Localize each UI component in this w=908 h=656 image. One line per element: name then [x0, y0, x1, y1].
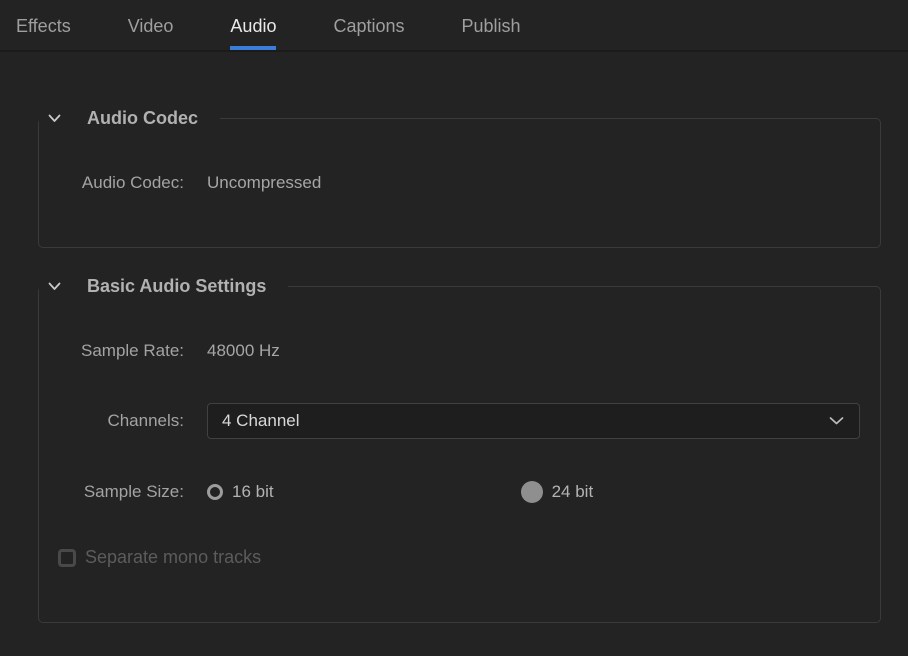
section-title: Basic Audio Settings	[87, 276, 266, 297]
audio-codec-section: Audio Codec Audio Codec: Uncompressed	[38, 108, 881, 248]
separate-mono-tracks-label: Separate mono tracks	[85, 547, 261, 568]
radio-unselected-icon	[207, 484, 223, 500]
tab-video[interactable]: Video	[128, 0, 174, 50]
audio-codec-row: Audio Codec: Uncompressed	[39, 173, 880, 193]
sample-size-16bit-radio[interactable]: 16 bit	[207, 482, 274, 502]
channels-row: Channels: 4 Channel	[39, 403, 880, 439]
export-settings-tabbar: Effects Video Audio Captions Publish	[0, 0, 908, 50]
audio-codec-label: Audio Codec:	[39, 173, 184, 193]
tab-audio[interactable]: Audio	[230, 0, 276, 50]
sample-size-16bit-label: 16 bit	[232, 482, 274, 502]
tab-publish[interactable]: Publish	[462, 0, 521, 50]
audio-codec-value: Uncompressed	[207, 173, 321, 193]
sample-size-label: Sample Size:	[39, 482, 184, 502]
separate-mono-tracks-row: Separate mono tracks	[58, 547, 880, 568]
separate-mono-tracks-checkbox[interactable]	[58, 549, 76, 567]
tab-captions[interactable]: Captions	[333, 0, 404, 50]
sample-rate-row: Sample Rate: 48000 Hz	[39, 341, 880, 361]
tab-effects[interactable]: Effects	[16, 0, 71, 50]
chevron-down-icon	[829, 417, 844, 426]
tabbar-divider	[0, 50, 908, 52]
sample-rate-value: 48000 Hz	[207, 341, 280, 361]
channels-dropdown[interactable]: 4 Channel	[207, 403, 860, 439]
basic-audio-settings-section: Basic Audio Settings Sample Rate: 48000 …	[38, 276, 881, 623]
channels-selected-value: 4 Channel	[222, 411, 300, 431]
sample-size-24bit-radio[interactable]: 24 bit	[521, 481, 594, 503]
sample-rate-label: Sample Rate:	[39, 341, 184, 361]
chevron-down-icon	[48, 114, 61, 123]
sample-size-24bit-label: 24 bit	[552, 482, 594, 502]
chevron-down-icon	[48, 282, 61, 291]
channels-label: Channels:	[39, 411, 184, 431]
sample-size-row: Sample Size: 16 bit 24 bit	[39, 481, 880, 503]
section-title: Audio Codec	[87, 108, 198, 129]
audio-codec-section-header[interactable]: Audio Codec	[39, 108, 220, 129]
basic-audio-settings-header[interactable]: Basic Audio Settings	[39, 276, 288, 297]
radio-selected-icon	[521, 481, 543, 503]
